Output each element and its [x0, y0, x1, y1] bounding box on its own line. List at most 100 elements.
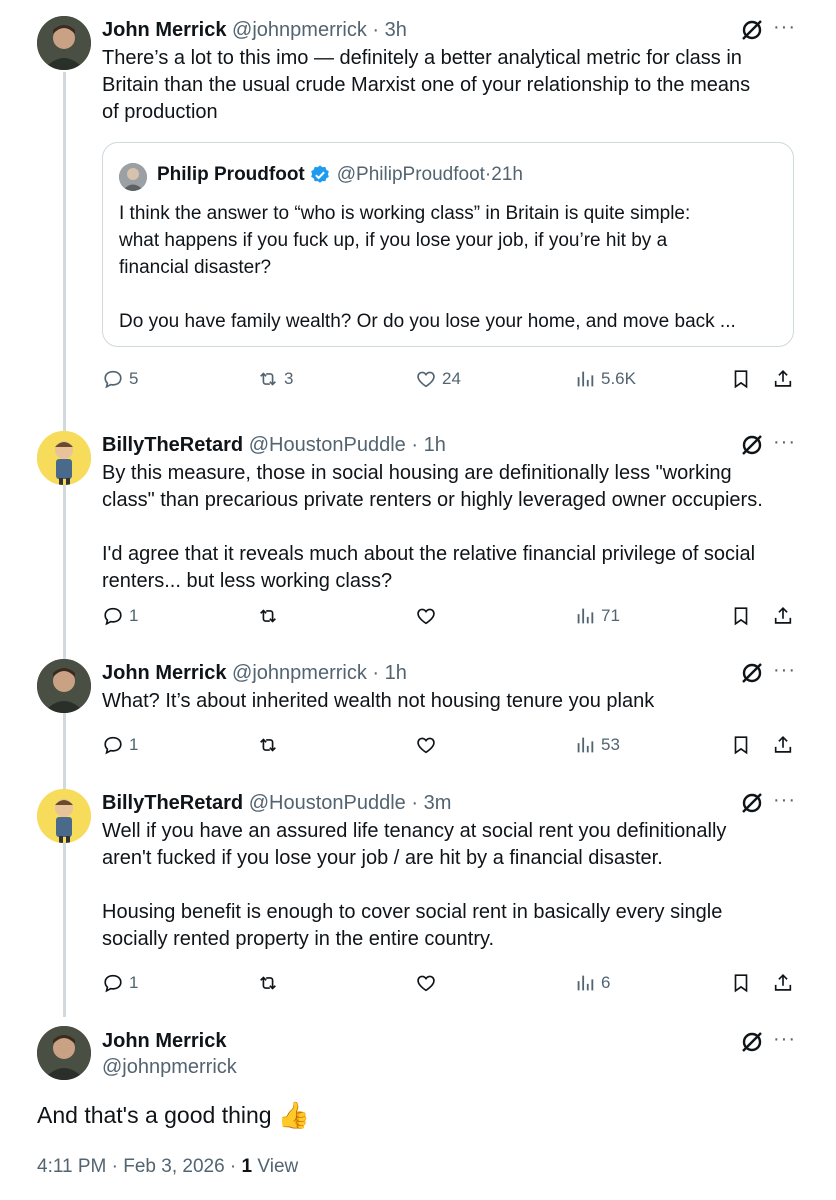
bookmark-button[interactable] [730, 968, 752, 998]
more-options-button[interactable]: ··· [773, 789, 796, 812]
author-handle[interactable]: @johnpmerrick [232, 662, 367, 684]
post-text: There’s a lot to this imo — definitely a… [102, 47, 751, 123]
share-icon [774, 607, 792, 624]
author-name[interactable]: John Merrick [102, 662, 226, 684]
share-icon [774, 370, 792, 387]
separator: · [405, 792, 424, 814]
thread-post[interactable]: BillyTheRetard @HoustonPuddle · 1h ··· B… [0, 415, 836, 655]
like-button[interactable] [415, 968, 442, 998]
like-icon [417, 737, 435, 754]
main-post-text: And that's a good thing 👍 [37, 1100, 310, 1131]
views-button[interactable]: 53 [574, 730, 620, 760]
quoted-post[interactable]: Philip Proudfoot @PhilipProudfoot · 21h … [102, 142, 794, 347]
thread-post[interactable]: BillyTheRetard @HoustonPuddle · 3m ··· W… [0, 773, 836, 1013]
avatar[interactable] [37, 659, 91, 713]
thread-post[interactable]: John Merrick @johnpmerrick · 3h ··· Ther… [0, 0, 836, 420]
like-icon [417, 371, 435, 388]
share-icon [774, 736, 792, 753]
action-bar: 1 53 [102, 730, 802, 760]
action-bar: 1 71 [102, 601, 802, 631]
like-icon [417, 608, 435, 625]
more-options-button[interactable]: ··· [773, 431, 796, 454]
reply-icon [104, 736, 122, 755]
main-post-header: John Merrick @johnpmerrick [102, 1028, 237, 1080]
more-options-button[interactable]: ··· [773, 1028, 796, 1051]
reply-count: 1 [129, 735, 139, 754]
avatar[interactable] [37, 431, 91, 485]
views-icon [577, 371, 594, 387]
post-text: And that's a good thing [37, 1102, 272, 1128]
share-button[interactable] [772, 601, 794, 631]
grok-icon[interactable] [740, 1030, 764, 1054]
reply-button[interactable]: 5 [102, 364, 138, 394]
post-header: BillyTheRetard @HoustonPuddle · 3m [102, 791, 451, 815]
reply-count: 5 [129, 369, 139, 388]
author-name[interactable]: John Merrick [102, 1028, 237, 1054]
repost-count: 3 [284, 369, 294, 388]
author-name[interactable]: BillyTheRetard [102, 792, 243, 814]
views-button[interactable]: 6 [574, 968, 610, 998]
reply-icon [104, 607, 122, 626]
views-icon [577, 608, 594, 624]
repost-icon [260, 976, 276, 990]
reply-button[interactable]: 1 [102, 601, 138, 631]
action-bar: 1 6 [102, 968, 802, 998]
author-name[interactable]: BillyTheRetard [102, 434, 243, 456]
bookmark-button[interactable] [730, 364, 752, 394]
share-icon [774, 974, 792, 991]
bookmark-icon [734, 370, 748, 389]
share-button[interactable] [772, 730, 794, 760]
author-name[interactable]: John Merrick [102, 19, 226, 41]
post-date[interactable]: 4:11 PM · Feb 3, 2026 · [37, 1156, 242, 1177]
post-text: What? It’s about inherited wealth not ho… [102, 690, 655, 712]
views-button[interactable]: 71 [574, 601, 620, 631]
like-icon [417, 975, 435, 992]
more-options-button[interactable]: ··· [773, 16, 796, 39]
share-button[interactable] [772, 364, 794, 394]
more-options-button[interactable]: ··· [773, 659, 796, 682]
post-time[interactable]: 1h [424, 434, 446, 456]
repost-button[interactable]: 3 [257, 364, 293, 394]
thread-post[interactable]: John Merrick @johnpmerrick · 1h ··· What… [0, 643, 836, 783]
bookmark-button[interactable] [730, 730, 752, 760]
reply-button[interactable]: 1 [102, 730, 138, 760]
quoted-avatar[interactable] [119, 163, 147, 191]
like-button[interactable] [415, 601, 442, 631]
separator: · [366, 19, 385, 41]
author-handle[interactable]: @HoustonPuddle [249, 792, 406, 814]
grok-icon[interactable] [740, 661, 764, 685]
reply-count: 1 [129, 606, 139, 625]
avatar[interactable] [37, 1026, 91, 1080]
thumbs-up-emoji: 👍 [277, 1100, 310, 1130]
bookmark-icon [734, 736, 748, 755]
repost-button[interactable] [257, 601, 284, 631]
author-handle[interactable]: @johnpmerrick [102, 1054, 237, 1080]
reply-button[interactable]: 1 [102, 968, 138, 998]
post-header: John Merrick @johnpmerrick · 3h [102, 18, 407, 42]
quoted-text: I think the answer to “who is working cl… [119, 203, 736, 332]
repost-button[interactable] [257, 968, 284, 998]
avatar[interactable] [37, 16, 91, 70]
bookmark-button[interactable] [730, 601, 752, 631]
grok-icon[interactable] [740, 433, 764, 457]
quoted-author-handle: @PhilipProudfoot [336, 164, 485, 185]
author-handle[interactable]: @johnpmerrick [232, 19, 367, 41]
like-button[interactable]: 24 [415, 364, 461, 394]
repost-button[interactable] [257, 730, 284, 760]
like-count: 24 [442, 369, 461, 388]
repost-icon [260, 738, 276, 752]
author-handle[interactable]: @HoustonPuddle [249, 434, 406, 456]
post-time[interactable]: 3m [424, 792, 452, 814]
share-button[interactable] [772, 968, 794, 998]
post-time[interactable]: 3h [385, 19, 407, 41]
repost-icon [260, 372, 276, 386]
view-count: 71 [601, 606, 620, 625]
like-button[interactable] [415, 730, 442, 760]
grok-icon[interactable] [740, 791, 764, 815]
post-time[interactable]: 1h [385, 662, 407, 684]
views-icon [577, 737, 594, 753]
grok-icon[interactable] [740, 18, 764, 42]
avatar[interactable] [37, 789, 91, 843]
views-button[interactable]: 5.6K [574, 364, 636, 394]
view-count: 5.6K [601, 369, 636, 388]
